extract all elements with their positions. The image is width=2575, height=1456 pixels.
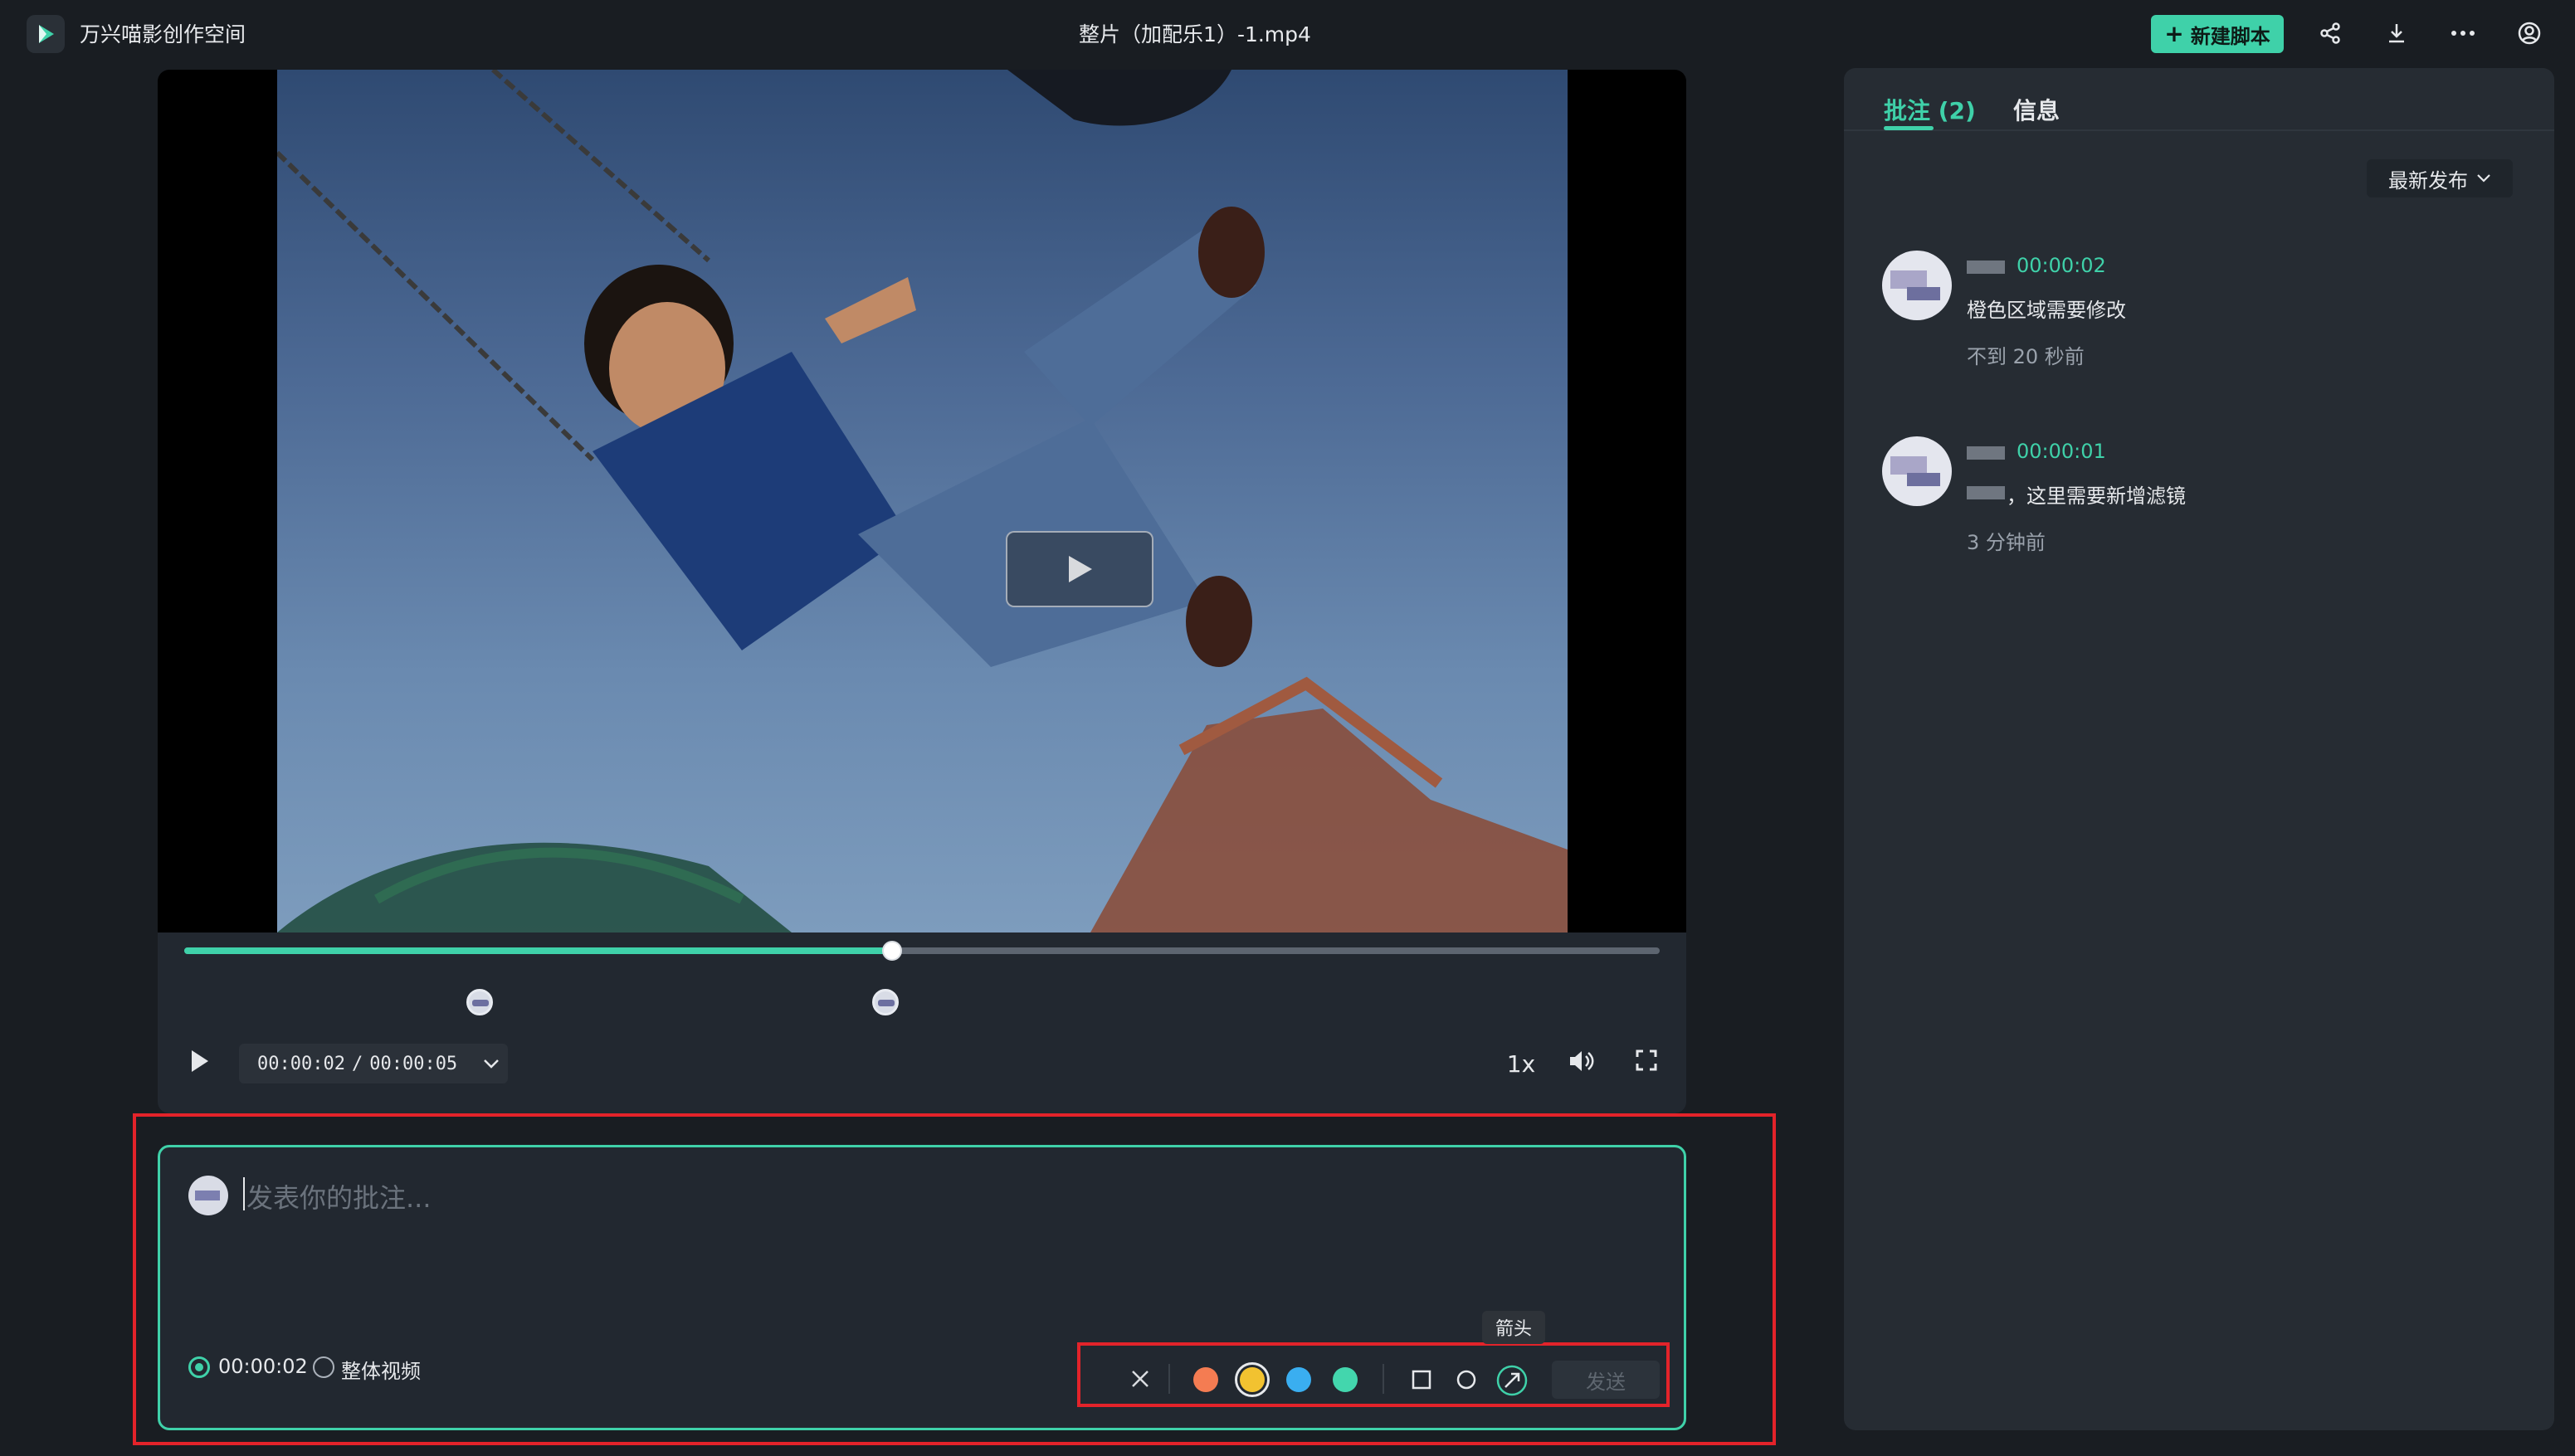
progress-handle[interactable] [882, 941, 903, 961]
chevron-down-icon [484, 1059, 500, 1069]
comment-timestamp[interactable]: 00:00:02 [2017, 254, 2106, 277]
comment-time-ago: 3 分钟前 [1967, 531, 2046, 554]
tab-comments[interactable]: 批注 (2) [1884, 93, 1976, 126]
comment-marker[interactable] [466, 989, 493, 1015]
play-button[interactable] [189, 1049, 211, 1077]
chevron-down-icon [2477, 174, 2490, 183]
tab-info[interactable]: 信息 [2013, 93, 2060, 126]
video-player[interactable] [158, 70, 1686, 933]
color-green-swatch[interactable] [1333, 1367, 1358, 1392]
arrow-tooltip: 箭头 [1482, 1311, 1545, 1344]
username-redacted [1967, 446, 2005, 460]
play-overlay-button[interactable] [1006, 531, 1153, 607]
whole-video-label[interactable]: 整体视频 [341, 1355, 421, 1384]
send-button[interactable]: 发送 [1552, 1361, 1660, 1399]
new-script-label: 新建脚本 [2190, 24, 2270, 48]
progress-fill [184, 947, 893, 954]
app-logo [27, 15, 65, 53]
play-icon [192, 1050, 208, 1072]
sort-dropdown[interactable]: 最新发布 [2367, 159, 2513, 197]
timestamp-radio[interactable] [188, 1356, 210, 1378]
timestamp-label[interactable]: 00:00:02 [218, 1355, 308, 1378]
comment-text: ，这里需要新增滤镜 [2007, 485, 2186, 508]
comment-time-ago: 不到 20 秒前 [1967, 345, 2085, 368]
comment-text: 橙色区域需要修改 [1967, 299, 2126, 322]
more-icon[interactable] [2446, 17, 2480, 50]
player-controls: 00:00:02 / 00:00:05 1x [158, 933, 1686, 1113]
arrow-tool-icon[interactable] [1495, 1364, 1529, 1400]
progress-bar[interactable] [184, 941, 1660, 961]
time-display[interactable]: 00:00:02 / 00:00:05 [239, 1044, 508, 1083]
volume-icon[interactable] [1567, 1047, 1595, 1079]
rectangle-tool-icon[interactable] [1411, 1369, 1432, 1394]
comments-panel: 批注 (2) 信息 最新发布 00:00:02 橙色区域需要修改 不到 20 秒… [1844, 68, 2554, 1430]
file-title: 整片（加配乐1）-1.mp4 [1079, 22, 1311, 46]
fullscreen-icon[interactable] [1635, 1049, 1658, 1075]
active-tab-indicator [1884, 126, 1934, 130]
comment-placeholder[interactable]: 发表你的批注... [246, 1177, 432, 1215]
avatar [1882, 251, 1952, 320]
video-frame [277, 70, 1568, 933]
text-cursor [243, 1177, 245, 1210]
comment-item[interactable]: 00:00:01 ，这里需要新增滤镜 3 分钟前 [1882, 436, 2529, 569]
divider [1168, 1364, 1170, 1394]
sort-label: 最新发布 [2388, 168, 2468, 192]
color-blue-swatch[interactable] [1286, 1367, 1311, 1392]
share-icon[interactable] [2314, 17, 2347, 50]
comment-timestamp[interactable]: 00:00:01 [2017, 440, 2106, 463]
play-icon [1069, 556, 1092, 582]
mention-redacted [1967, 486, 2005, 499]
color-orange-swatch[interactable] [1193, 1367, 1218, 1392]
divider [1383, 1364, 1384, 1394]
new-script-button[interactable]: + 新建脚本 [2151, 15, 2284, 53]
time-separator: / [351, 1053, 363, 1074]
whole-video-radio[interactable] [313, 1356, 334, 1378]
app-title: 万兴喵影创作空间 [80, 22, 246, 46]
panel-tabs: 批注 (2) 信息 [1844, 68, 2554, 131]
comment-marker[interactable] [871, 989, 899, 1015]
comment-item[interactable]: 00:00:02 橙色区域需要修改 不到 20 秒前 [1882, 251, 2529, 383]
total-time: 00:00:05 [369, 1053, 458, 1074]
circle-tool-icon[interactable] [1456, 1369, 1477, 1394]
color-yellow-swatch[interactable] [1240, 1367, 1265, 1392]
plus-icon: + [2164, 20, 2184, 47]
avatar [188, 1176, 228, 1215]
account-icon[interactable] [2513, 17, 2546, 50]
username-redacted [1967, 261, 2005, 274]
close-icon[interactable] [1129, 1367, 1152, 1394]
avatar [1882, 436, 1952, 506]
download-icon[interactable] [2380, 17, 2413, 50]
current-time: 00:00:02 [257, 1053, 345, 1074]
speed-button[interactable]: 1x [1500, 1044, 1542, 1083]
